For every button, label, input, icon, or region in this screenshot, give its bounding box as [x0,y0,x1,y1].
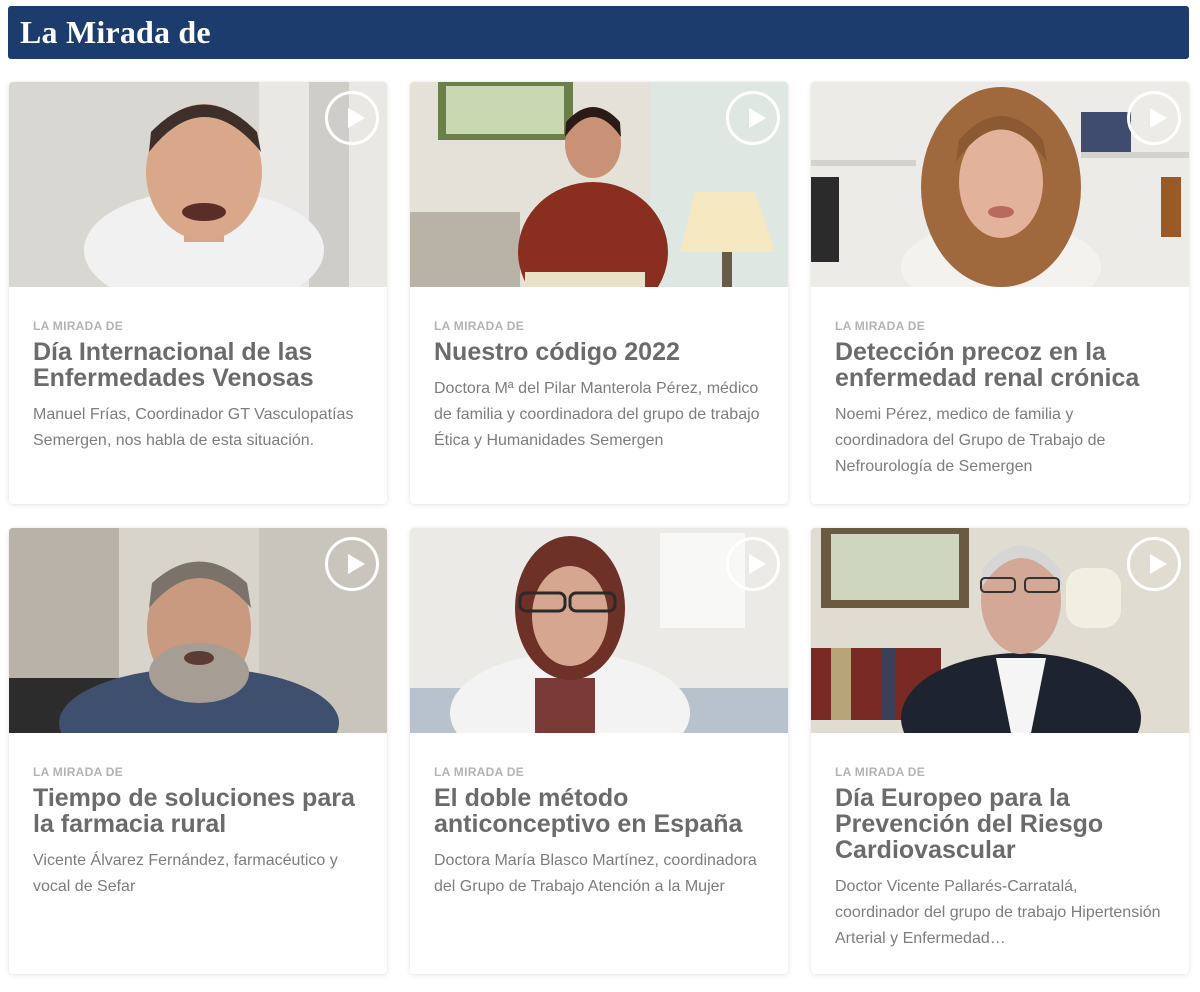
video-thumbnail[interactable] [811,528,1189,733]
card-title[interactable]: Día Europeo para la Prevención del Riesg… [835,785,1165,863]
card-content: LA MIRADA DE Día Internacional de las En… [9,287,387,474]
card-category: LA MIRADA DE [835,765,926,779]
video-thumbnail[interactable] [9,82,387,287]
card-category: LA MIRADA DE [835,319,926,333]
card-category: LA MIRADA DE [33,765,124,779]
card-description: Manuel Frías, Coordinador GT Vasculopatí… [33,406,354,449]
card-category: LA MIRADA DE [33,319,124,333]
play-icon[interactable] [325,91,379,145]
video-thumbnail[interactable] [811,82,1189,287]
card-content: LA MIRADA DE El doble método anticoncept… [410,733,788,920]
video-thumbnail[interactable] [410,82,788,287]
card-description: Doctora María Blasco Martínez, coordinad… [434,852,757,895]
video-card[interactable]: LA MIRADA DE Día Internacional de las En… [9,82,387,504]
play-icon[interactable] [1127,537,1181,591]
video-card[interactable]: LA MIRADA DE Tiempo de soluciones para l… [9,528,387,974]
card-title[interactable]: Nuestro código 2022 [434,339,764,365]
section-title: La Mirada de [20,14,211,50]
card-description: Doctor Vicente Pallarés-Carratalá, coord… [835,878,1161,947]
play-icon[interactable] [726,537,780,591]
card-category: LA MIRADA DE [434,765,525,779]
card-category: LA MIRADA DE [434,319,525,333]
card-description: Doctora Mª del Pilar Manterola Pérez, mé… [434,380,760,449]
play-icon[interactable] [1127,91,1181,145]
card-content: LA MIRADA DE Día Europeo para la Prevenc… [811,733,1189,972]
card-content: LA MIRADA DE Nuestro código 2022 Doctora… [410,287,788,474]
play-icon[interactable] [726,91,780,145]
video-card[interactable]: LA MIRADA DE Nuestro código 2022 Doctora… [410,82,788,504]
video-card[interactable]: LA MIRADA DE El doble método anticoncept… [410,528,788,974]
card-content: LA MIRADA DE Tiempo de soluciones para l… [9,733,387,920]
card-title[interactable]: El doble método anticonceptivo en España [434,785,764,837]
video-card[interactable]: LA MIRADA DE Día Europeo para la Prevenc… [811,528,1189,974]
section-header: La Mirada de [8,6,1189,59]
play-icon[interactable] [325,537,379,591]
card-title[interactable]: Tiempo de soluciones para la farmacia ru… [33,785,363,837]
video-card[interactable]: LA MIRADA DE Detección precoz en la enfe… [811,82,1189,504]
video-thumbnail[interactable] [9,528,387,733]
card-description: Noemi Pérez, medico de familia y coordin… [835,406,1106,475]
card-title[interactable]: Detección precoz en la enfermedad renal … [835,339,1165,391]
card-description: Vicente Álvarez Fernández, farmacéutico … [33,852,338,895]
card-title[interactable]: Día Internacional de las Enfermedades Ve… [33,339,363,391]
card-content: LA MIRADA DE Detección precoz en la enfe… [811,287,1189,500]
video-thumbnail[interactable] [410,528,788,733]
